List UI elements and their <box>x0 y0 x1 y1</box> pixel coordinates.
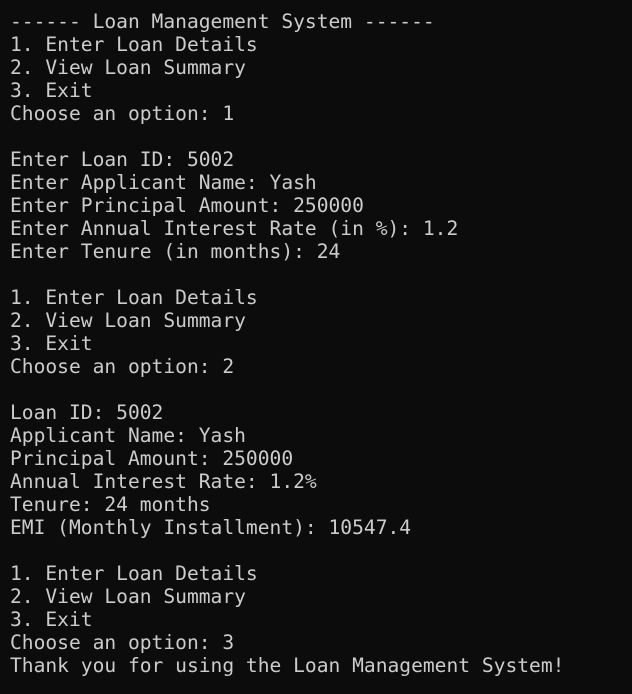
principal-input-line: Enter Principal Amount: 250000 <box>10 194 364 217</box>
menu-option-view-summary: 2. View Loan Summary <box>10 585 246 608</box>
summary-tenure: Tenure: 24 months <box>10 493 211 516</box>
summary-loan-id: Loan ID: 5002 <box>10 401 164 424</box>
applicant-name-input-line: Enter Applicant Name: Yash <box>10 171 317 194</box>
menu-option-view-summary: 2. View Loan Summary <box>10 56 246 79</box>
tenure-input-line: Enter Tenure (in months): 24 <box>10 240 341 263</box>
menu-option-exit: 3. Exit <box>10 79 93 102</box>
summary-interest-rate: Annual Interest Rate: 1.2% <box>10 470 317 493</box>
summary-principal: Principal Amount: 250000 <box>10 447 294 470</box>
loan-id-input-line: Enter Loan ID: 5002 <box>10 148 235 171</box>
choose-option-line: Choose an option: 3 <box>10 631 235 654</box>
menu-option-enter-loan: 1. Enter Loan Details <box>10 33 258 56</box>
interest-rate-input-line: Enter Annual Interest Rate (in %): 1.2 <box>10 217 459 240</box>
menu-option-enter-loan: 1. Enter Loan Details <box>10 562 258 585</box>
exit-message-line: Thank you for using the Loan Management … <box>10 654 565 677</box>
summary-emi: EMI (Monthly Installment): 10547.4 <box>10 516 412 539</box>
menu-header-line: ------ Loan Management System ------ <box>10 10 435 33</box>
menu-option-exit: 3. Exit <box>10 608 93 631</box>
menu-option-view-summary: 2. View Loan Summary <box>10 309 246 332</box>
menu-option-exit: 3. Exit <box>10 332 93 355</box>
choose-option-line: Choose an option: 2 <box>10 355 235 378</box>
choose-option-line: Choose an option: 1 <box>10 102 235 125</box>
menu-option-enter-loan: 1. Enter Loan Details <box>10 286 258 309</box>
summary-applicant-name: Applicant Name: Yash <box>10 424 246 447</box>
terminal-window[interactable]: ------ Loan Management System ------ 1. … <box>0 0 632 694</box>
